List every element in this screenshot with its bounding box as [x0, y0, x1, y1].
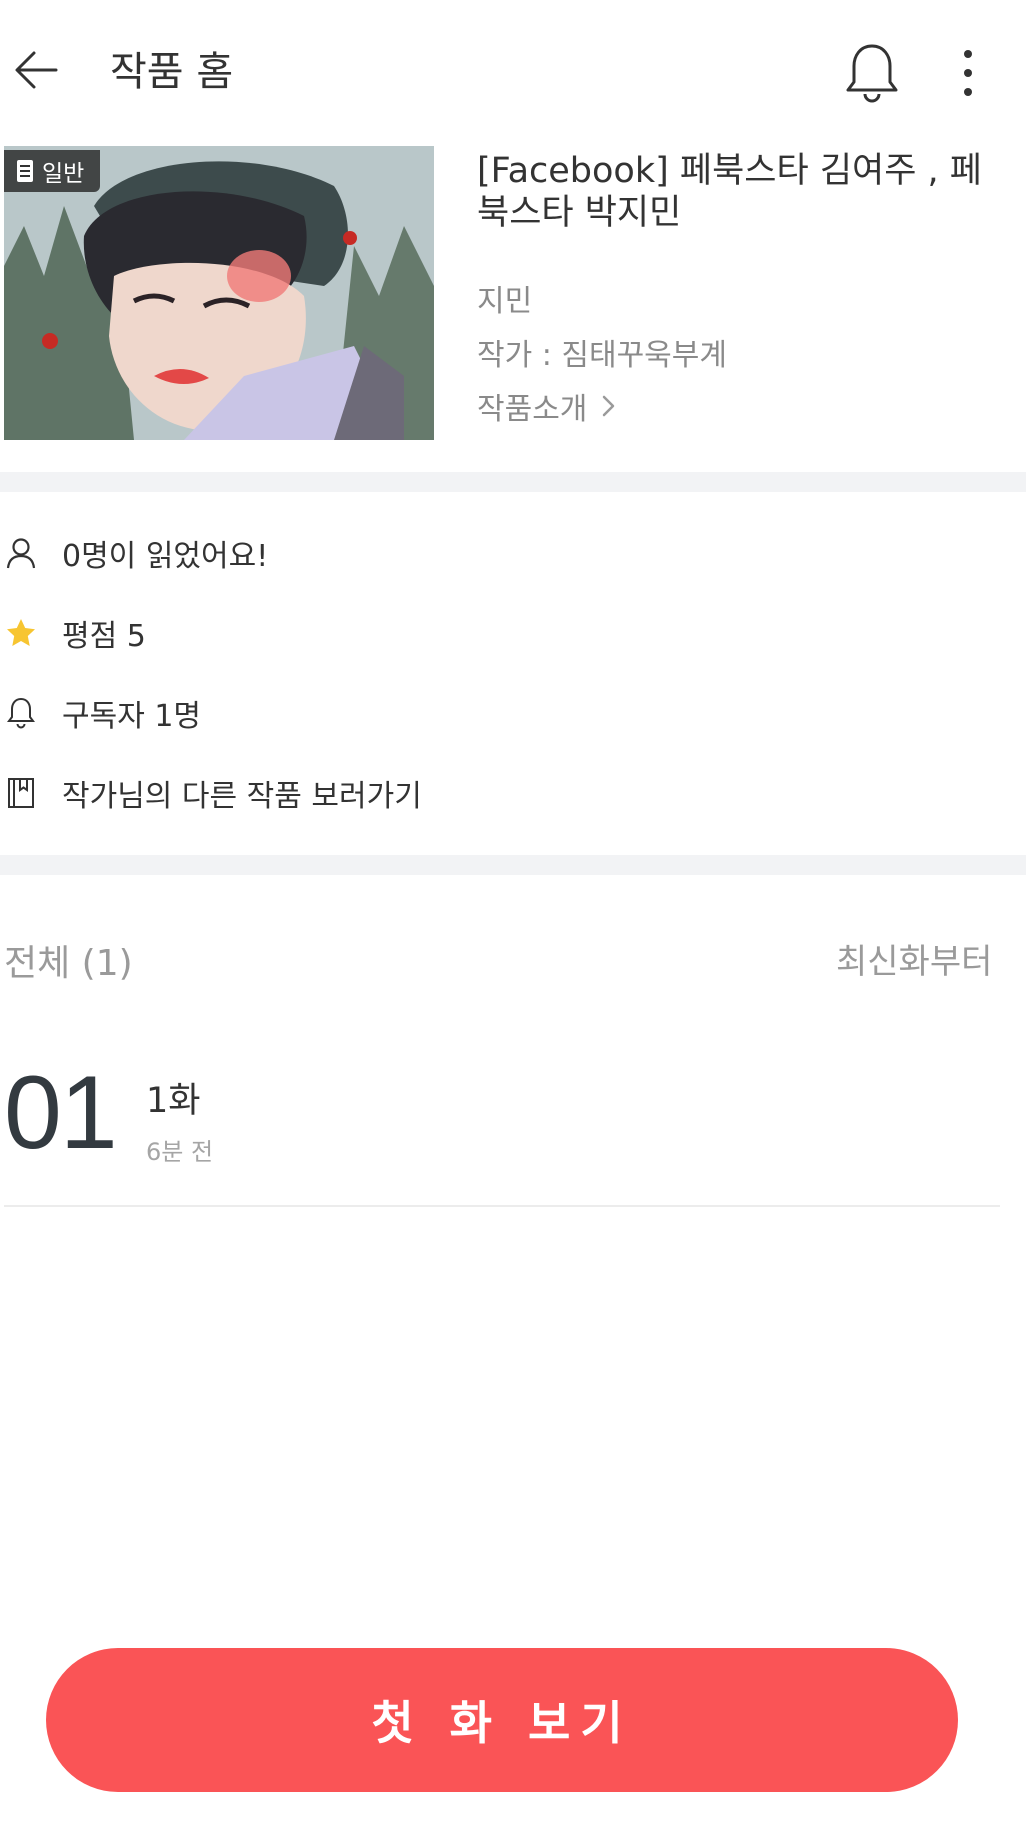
cta-label: 첫 화 보기	[371, 1696, 633, 1750]
category-badge: 일반	[4, 150, 100, 192]
badge-label: 일반	[42, 161, 85, 187]
rating-text: 평점 5	[62, 619, 146, 654]
work-genre: 지민	[477, 284, 533, 319]
other-works-link[interactable]: 작가님의 다른 작품 보러가기	[4, 770, 422, 816]
star-icon	[4, 616, 38, 650]
chevron-right-icon	[603, 395, 615, 417]
bell-icon	[846, 44, 898, 103]
subscribers-text: 구독자 1명	[62, 699, 202, 734]
section-divider	[0, 472, 1026, 492]
episode-title: 1화	[146, 1081, 201, 1121]
work-title: [Facebook] 페북스타 김여주 , 페북스타 박지민	[477, 151, 982, 233]
page-title: 작품 홈	[110, 49, 234, 95]
readers-stat: 0명이 읽었어요!	[4, 530, 268, 576]
readers-text: 0명이 읽었어요!	[62, 539, 269, 574]
episode-count-label: 전체 (1)	[4, 943, 133, 984]
more-vertical-icon	[964, 50, 972, 96]
section-divider	[0, 855, 1026, 875]
read-first-episode-button[interactable]: 첫 화 보기	[46, 1648, 958, 1792]
episode-time: 6분 전	[146, 1138, 214, 1166]
arrow-left-icon	[15, 51, 58, 89]
sort-order-button[interactable]: 최신화부터	[836, 934, 992, 983]
bell-outline-icon	[4, 696, 38, 730]
rating-stat: 평점 5	[4, 610, 146, 656]
person-icon	[4, 536, 38, 570]
episode-number: 01	[4, 1055, 118, 1171]
work-author: 작가 : 짐태꾸욱부계	[477, 338, 727, 373]
synopsis-link[interactable]: 작품소개	[477, 384, 619, 428]
other-works-text: 작가님의 다른 작품 보러가기	[62, 779, 422, 814]
document-icon	[17, 160, 33, 182]
subscribers-stat: 구독자 1명	[4, 690, 201, 736]
episode-divider	[4, 1205, 1000, 1207]
back-button[interactable]	[10, 44, 62, 96]
subscribe-bell-button[interactable]	[840, 40, 904, 106]
book-icon	[4, 776, 38, 810]
synopsis-label: 작품소개	[477, 392, 588, 427]
more-options-button[interactable]	[946, 42, 990, 104]
